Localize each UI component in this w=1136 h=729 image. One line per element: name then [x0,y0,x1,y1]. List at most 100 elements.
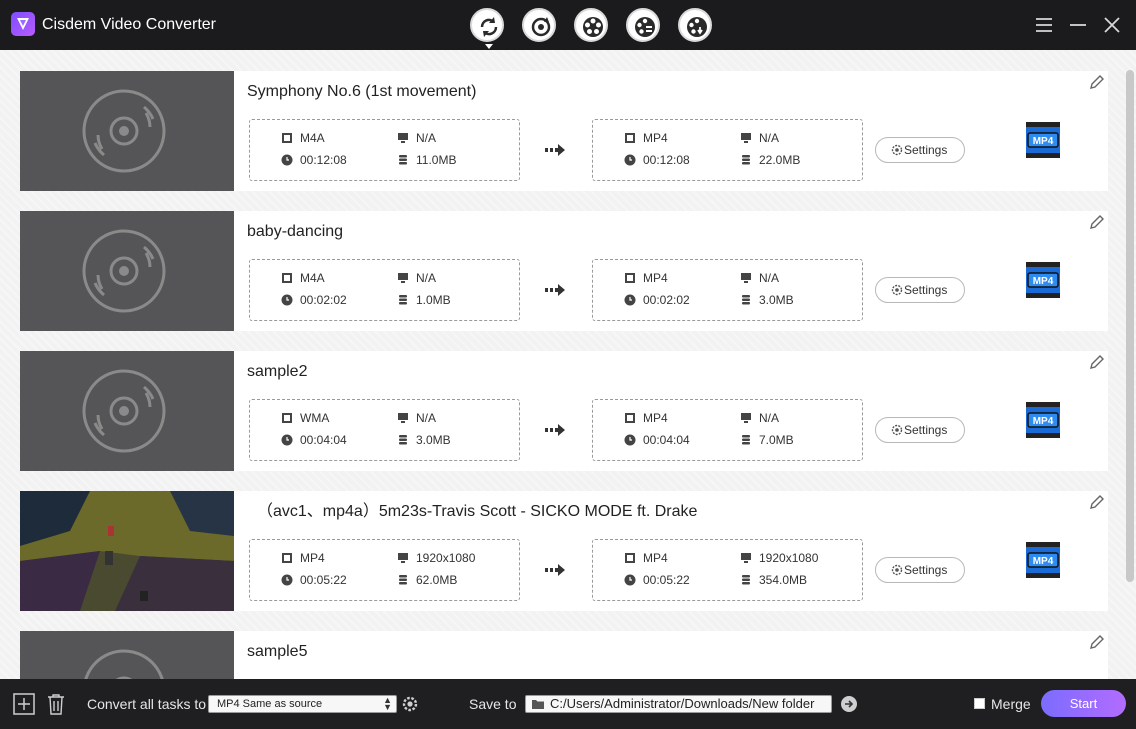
film-icon [282,133,292,143]
download-mode-icon[interactable] [678,8,712,42]
save-to-label: Save to [469,696,517,712]
disc-icon [82,89,166,173]
clock-icon [624,154,636,166]
mp4-format-icon[interactable]: MP4 [1024,400,1062,440]
mp4-format-icon[interactable]: MP4 [1024,540,1062,580]
convert-mode-icon[interactable] [470,8,504,49]
database-icon [742,155,750,165]
target-format: MP4 [624,411,668,425]
convert-arrow-icon [545,424,565,436]
menu-icon[interactable] [1033,14,1055,36]
task-title: baby-dancing [247,223,344,240]
source-size: 3.0MB [397,433,451,447]
disc-icon [84,649,164,679]
clock-icon [624,434,636,446]
target-size: 7.0MB [740,433,794,447]
start-button[interactable]: Start [1041,690,1126,717]
add-file-icon[interactable] [13,693,35,715]
mp4-format-icon[interactable]: MP4 [1024,120,1062,160]
edit-pencil-icon[interactable] [1088,73,1106,91]
edit-pencil-icon[interactable] [1088,353,1106,371]
disc-icon [82,229,166,313]
monitor-icon [741,273,751,283]
scrollbar[interactable] [1126,70,1134,582]
source-resolution: N/A [397,271,436,285]
close-icon[interactable] [1101,14,1123,36]
source-resolution: N/A [397,131,436,145]
thumbnail [20,211,234,331]
convert-arrow-icon [545,564,565,576]
source-duration: 00:05:22 [281,573,347,587]
source-format: MP4 [281,551,325,565]
convert-all-label: Convert all tasks to [87,696,207,712]
clock-icon [624,574,636,586]
task-row[interactable]: （avc1、mp4a）5m23s-Travis Scott - SICKO MO… [20,491,1108,611]
edit-pencil-icon[interactable] [1088,493,1106,511]
settings-button[interactable]: Settings [875,557,965,583]
rip-mode-icon[interactable] [522,8,556,42]
task-row[interactable]: Symphony No.6 (1st movement) M4A N/A 00:… [20,71,1108,191]
edit-pencil-icon[interactable] [1088,213,1106,231]
source-duration: 00:04:04 [281,433,347,447]
mp4-format-icon[interactable]: MP4 [1024,260,1062,300]
save-path-field[interactable]: C:/Users/Administrator/Downloads/New fol… [525,695,832,713]
cisdem-logo-icon [11,12,35,36]
source-size: 1.0MB [397,293,451,307]
svg-text:MP4: MP4 [1033,556,1054,567]
gear-icon[interactable] [401,695,419,713]
film-icon [625,273,635,283]
target-resolution: N/A [740,411,779,425]
convert-arrow-icon [545,144,565,156]
source-info: MP4 1920x1080 00:05:22 62.0MB [249,539,520,601]
gear-icon [891,564,903,576]
target-format: MP4 [624,551,668,565]
task-row[interactable]: sample5 [20,631,1108,679]
target-format: MP4 [624,271,668,285]
database-icon [742,435,750,445]
open-folder-arrow-icon[interactable] [841,696,857,712]
settings-button[interactable]: Settings [875,137,965,163]
settings-button[interactable]: Settings [875,417,965,443]
target-resolution: N/A [740,131,779,145]
source-resolution: N/A [397,411,436,425]
source-duration: 00:12:08 [281,153,347,167]
source-resolution: 1920x1080 [397,551,475,565]
minimize-icon[interactable] [1067,14,1089,36]
settings-button[interactable]: Settings [875,277,965,303]
monitor-icon [741,553,751,563]
output-format-select[interactable]: MP4 Same as source ▲ ▼ [208,695,397,713]
clock-icon [281,574,293,586]
target-format: MP4 [624,131,668,145]
gear-icon [891,424,903,436]
video-thumbnail [20,491,234,611]
merge-label: Merge [991,696,1031,712]
target-duration: 00:05:22 [624,573,690,587]
database-icon [399,155,407,165]
task-list[interactable]: Symphony No.6 (1st movement) M4A N/A 00:… [0,50,1136,679]
target-resolution: N/A [740,271,779,285]
film-icon [625,553,635,563]
task-row[interactable]: baby-dancing M4A N/A 00:02:02 1.0MB MP4 … [20,211,1108,331]
app-title: Cisdem Video Converter [42,16,217,33]
database-icon [742,295,750,305]
clock-icon [624,294,636,306]
database-icon [742,575,750,585]
trash-icon[interactable] [45,693,67,715]
merge-checkbox[interactable] [974,698,985,709]
target-duration: 00:04:04 [624,433,690,447]
source-format: WMA [281,411,329,425]
source-duration: 00:02:02 [281,293,347,307]
target-info: MP4 N/A 00:02:02 3.0MB [592,259,863,321]
target-resolution: 1920x1080 [740,551,818,565]
edit-pencil-icon[interactable] [1088,633,1106,651]
bottom-bar: Convert all tasks to MP4 Same as source … [0,679,1136,729]
task-row[interactable]: sample2 WMA N/A 00:04:04 3.0MB MP4 N/A 0… [20,351,1108,471]
target-info: MP4 1920x1080 00:05:22 354.0MB [592,539,863,601]
edit-mode-icon[interactable] [626,8,660,42]
film-icon [282,273,292,283]
svg-text:MP4: MP4 [1033,136,1054,147]
database-icon [399,575,407,585]
target-duration: 00:12:08 [624,153,690,167]
compress-mode-icon[interactable] [574,8,608,42]
database-icon [399,295,407,305]
